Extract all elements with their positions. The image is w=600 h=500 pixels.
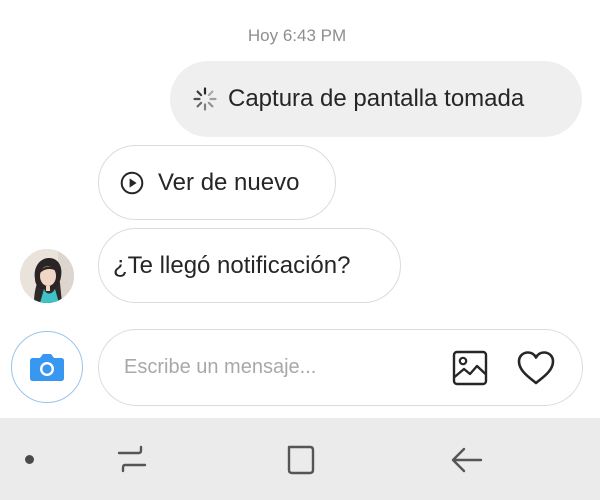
replay-label: Ver de nuevo (158, 168, 300, 196)
gallery-icon[interactable] (452, 350, 488, 386)
play-circle-icon (120, 171, 144, 194)
message-input[interactable]: Escribe un mensaje... (98, 329, 583, 406)
received-message-text: ¿Te llegó notificación? (113, 251, 351, 279)
message-timestamp: Hoy 6:43 PM (247, 26, 347, 45)
chat-thread: Hoy 6:43 PM Captura de pantalla tomada V… (0, 0, 600, 418)
received-message-bubble[interactable]: ¿Te llegó notificación? (98, 228, 401, 303)
nav-indicator-dot[interactable] (25, 455, 34, 464)
camera-icon (30, 354, 64, 381)
message-input-placeholder: Escribe un mensaje... (124, 356, 317, 378)
recent-apps-icon[interactable] (116, 444, 148, 474)
sent-message-text: Captura de pantalla tomada (228, 85, 525, 112)
system-navigation-bar (0, 418, 600, 500)
replay-button[interactable]: Ver de nuevo (98, 145, 336, 220)
avatar[interactable] (20, 249, 74, 303)
heart-icon[interactable] (516, 350, 556, 386)
camera-button[interactable] (11, 331, 83, 403)
sent-message-bubble[interactable]: Captura de pantalla tomada (170, 61, 582, 137)
home-icon[interactable] (284, 444, 316, 476)
avatar-photo (20, 249, 74, 303)
back-icon[interactable] (450, 444, 484, 476)
screenshot-spinner-icon (193, 87, 217, 111)
